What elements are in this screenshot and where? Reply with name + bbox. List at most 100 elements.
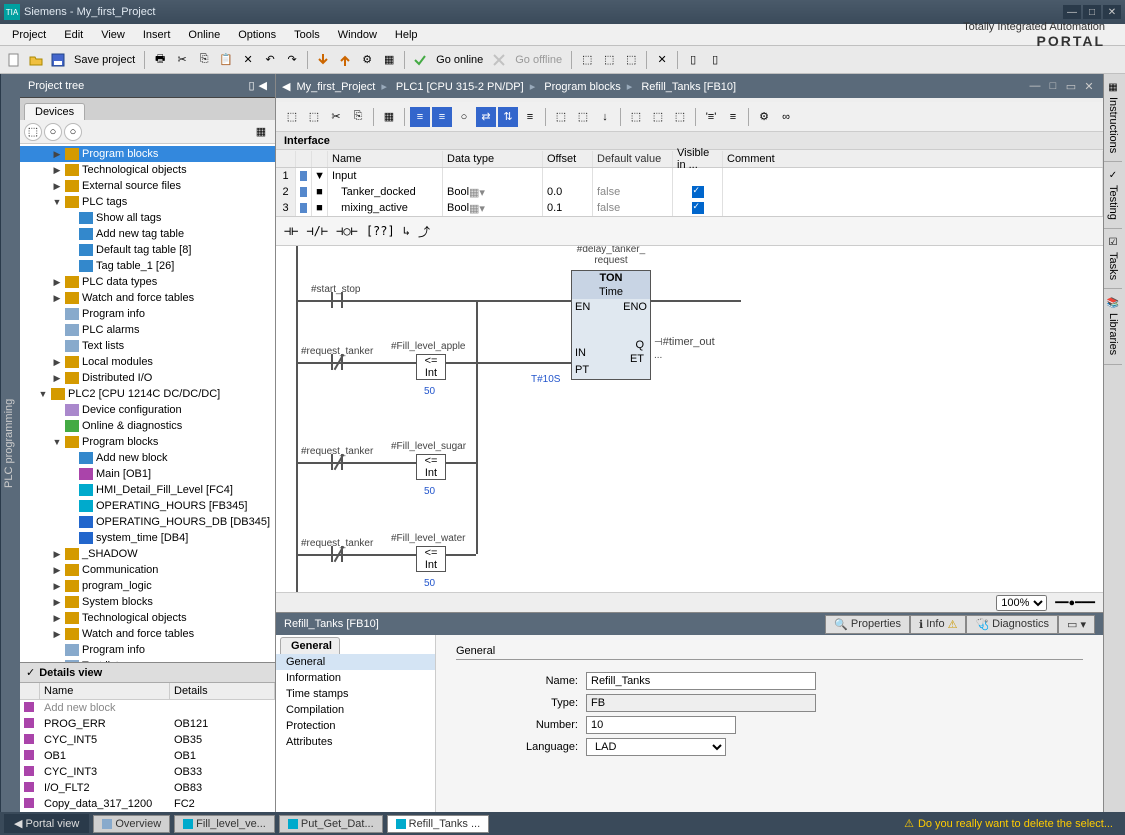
tree-opt-icon[interactable]: ▦ bbox=[251, 122, 271, 142]
portal-view-button[interactable]: ◀ Portal view bbox=[4, 814, 89, 833]
lad-box[interactable]: [??] bbox=[366, 224, 395, 238]
copy-icon[interactable]: ⎘ bbox=[194, 50, 214, 70]
lad-branch[interactable]: ↳ bbox=[403, 224, 410, 238]
arrow-left-icon[interactable]: ◀ bbox=[259, 79, 267, 92]
go-offline-button[interactable]: Go offline bbox=[511, 54, 566, 66]
tool-icon[interactable]: ⚙ bbox=[357, 50, 377, 70]
menu-view[interactable]: View bbox=[93, 27, 133, 43]
tree-node[interactable]: OPERATING_HOURS [FB345] bbox=[20, 498, 275, 514]
language-select[interactable]: LAD bbox=[586, 738, 726, 756]
tree-node[interactable]: system_time [DB4] bbox=[20, 530, 275, 546]
tree-node[interactable]: Program info bbox=[20, 306, 275, 322]
compare-water[interactable]: <=Int bbox=[416, 546, 446, 572]
paste-icon[interactable]: 📋 bbox=[216, 50, 236, 70]
details-row[interactable]: CYC_INT5OB35 bbox=[20, 732, 275, 748]
save-icon[interactable] bbox=[48, 50, 68, 70]
tree-node[interactable]: ▼PLC2 [CPU 1214C DC/DC/DC] bbox=[20, 386, 275, 402]
et9-icon[interactable]: ⇄ bbox=[476, 107, 496, 127]
et13-icon[interactable]: ⬚ bbox=[573, 107, 593, 127]
new-icon[interactable] bbox=[4, 50, 24, 70]
details-row[interactable]: PROG_ERROB121 bbox=[20, 716, 275, 732]
ed-rest-icon[interactable]: ▭ bbox=[1063, 79, 1079, 93]
et12-icon[interactable]: ⬚ bbox=[551, 107, 571, 127]
tab-collapse[interactable]: ▭ ▾ bbox=[1058, 615, 1095, 634]
et7-icon[interactable]: ≡ bbox=[432, 107, 452, 127]
tree-node[interactable]: ▶program_logic bbox=[20, 578, 275, 594]
tree-node[interactable]: ▶Program blocks bbox=[20, 146, 275, 162]
side-tab-testing[interactable]: ✓ Testing bbox=[1104, 162, 1122, 229]
maximize-button[interactable]: □ bbox=[1083, 5, 1101, 19]
nav-attributes[interactable]: Attributes bbox=[276, 734, 435, 750]
nav-timestamps[interactable]: Time stamps bbox=[276, 686, 435, 702]
tree-node[interactable]: Show all tags bbox=[20, 210, 275, 226]
tree-node[interactable]: ▼Program blocks bbox=[20, 434, 275, 450]
zoom-select[interactable]: 100% bbox=[996, 595, 1047, 611]
side-tab-instructions[interactable]: ▦ Instructions bbox=[1104, 74, 1122, 162]
ed-close-icon[interactable]: ✕ bbox=[1081, 79, 1097, 93]
details-row[interactable]: Copy_data_317_1200FC2 bbox=[20, 796, 275, 812]
gooffline-icon[interactable] bbox=[489, 50, 509, 70]
contact-req-tanker-1[interactable] bbox=[331, 354, 343, 370]
lad-no-contact[interactable]: ⊣⊢ bbox=[284, 224, 298, 238]
nav-back-icon[interactable]: ⬚ bbox=[24, 123, 42, 141]
open-icon[interactable] bbox=[26, 50, 46, 70]
contact-req-tanker-2[interactable] bbox=[331, 454, 343, 470]
menu-window[interactable]: Window bbox=[330, 27, 385, 43]
et6-icon[interactable]: ≡ bbox=[410, 107, 430, 127]
devices-tab[interactable]: Devices bbox=[24, 103, 85, 120]
nav-information[interactable]: Information bbox=[276, 670, 435, 686]
tree-node[interactable]: ▶Watch and force tables bbox=[20, 290, 275, 306]
tree-node[interactable]: Add new block bbox=[20, 450, 275, 466]
nav-general[interactable]: General bbox=[276, 654, 435, 670]
menu-help[interactable]: Help bbox=[387, 27, 426, 43]
side-tab-libraries[interactable]: 📚 Libraries bbox=[1104, 289, 1122, 364]
interface-row[interactable]: 2■ Tanker_dockedBool ▦▾0.0false bbox=[276, 184, 1103, 200]
nav-protection[interactable]: Protection bbox=[276, 718, 435, 734]
upload-icon[interactable] bbox=[335, 50, 355, 70]
ladder-canvas[interactable]: #delay_tanker_ request TON Time ENENO Q … bbox=[276, 246, 1103, 592]
et5-icon[interactable]: ▦ bbox=[379, 107, 399, 127]
doc-fill-level[interactable]: Fill_level_ve... bbox=[174, 815, 275, 833]
tree-node[interactable]: Main [OB1] bbox=[20, 466, 275, 482]
details-row[interactable]: Add new block bbox=[20, 700, 275, 716]
et2-icon[interactable]: ⬚ bbox=[304, 107, 324, 127]
details-expand-icon[interactable]: ✓ bbox=[26, 666, 35, 679]
interface-row[interactable]: 1▼Input bbox=[276, 168, 1103, 184]
tree-node[interactable]: ▶System blocks bbox=[20, 594, 275, 610]
tree-node[interactable]: ▶Technological objects bbox=[20, 162, 275, 178]
interface-row[interactable]: 3■ mixing_activeBool ▦▾0.1false bbox=[276, 200, 1103, 216]
tree-node[interactable]: ▶Watch and force tables bbox=[20, 626, 275, 642]
lad-coil[interactable]: ⊣○⊢ bbox=[336, 224, 358, 238]
ed-max-icon[interactable]: □ bbox=[1045, 79, 1061, 93]
cut-icon[interactable]: ✂ bbox=[172, 50, 192, 70]
nav-compilation[interactable]: Compilation bbox=[276, 702, 435, 718]
tree-node[interactable]: Tag table_1 [26] bbox=[20, 258, 275, 274]
menu-project[interactable]: Project bbox=[4, 27, 54, 43]
tab-diagnostics[interactable]: 🩺Diagnostics bbox=[966, 615, 1058, 634]
contact-req-tanker-3[interactable] bbox=[331, 546, 343, 562]
menu-edit[interactable]: Edit bbox=[56, 27, 91, 43]
et14-icon[interactable]: ↓ bbox=[595, 107, 615, 127]
tree-node[interactable]: ▶Local modules bbox=[20, 354, 275, 370]
et16-icon[interactable]: ⬚ bbox=[648, 107, 668, 127]
tree-node[interactable]: ▶External source files bbox=[20, 178, 275, 194]
compare-apple[interactable]: <=Int bbox=[416, 354, 446, 380]
details-row[interactable]: OB1OB1 bbox=[20, 748, 275, 764]
print-icon[interactable]: 🖶 bbox=[150, 50, 170, 70]
t4-icon[interactable]: ✕ bbox=[652, 50, 672, 70]
number-field[interactable] bbox=[586, 716, 736, 734]
tree-node[interactable]: OPERATING_HOURS_DB [DB345] bbox=[20, 514, 275, 530]
go-online-button[interactable]: Go online bbox=[432, 54, 487, 66]
ed-min-icon[interactable]: — bbox=[1027, 79, 1043, 93]
et17-icon[interactable]: ⬚ bbox=[670, 107, 690, 127]
tree-node[interactable]: Add new tag table bbox=[20, 226, 275, 242]
tree-node[interactable]: ▶Distributed I/O bbox=[20, 370, 275, 386]
minimize-button[interactable]: — bbox=[1063, 5, 1081, 19]
et21-icon[interactable]: ∞ bbox=[776, 107, 796, 127]
menu-online[interactable]: Online bbox=[180, 27, 228, 43]
contact-start-stop[interactable] bbox=[331, 292, 343, 308]
tree-node[interactable]: Online & diagnostics bbox=[20, 418, 275, 434]
close-button[interactable]: ✕ bbox=[1103, 5, 1121, 19]
lad-branch-close[interactable]: ⤴ bbox=[418, 223, 430, 240]
et11-icon[interactable]: ≡ bbox=[520, 107, 540, 127]
